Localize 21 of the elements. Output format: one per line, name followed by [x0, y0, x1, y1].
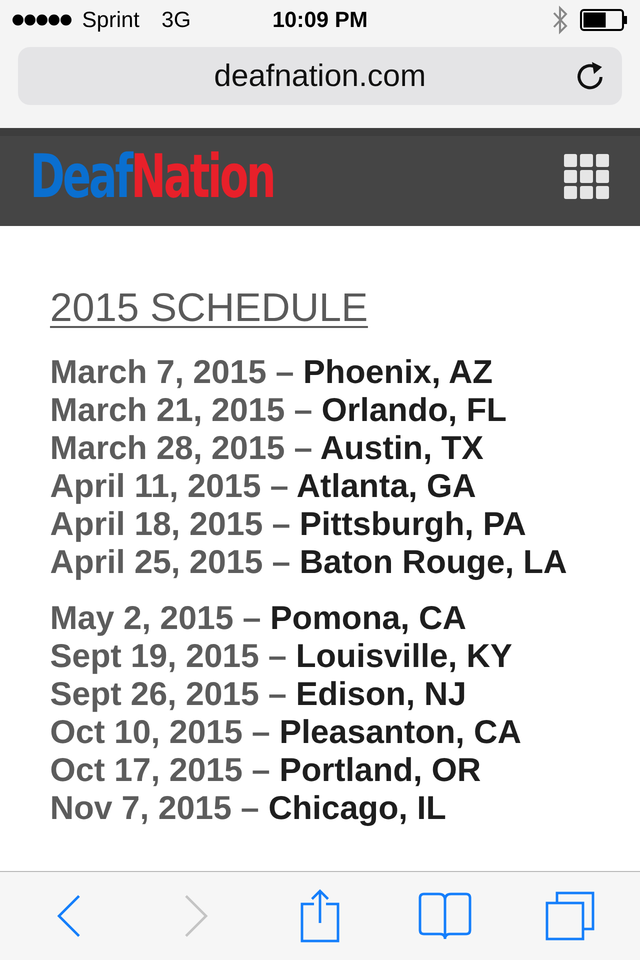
- schedule-entry: May 2, 2015 – Pomona, CA: [50, 599, 468, 637]
- schedule-entry: Oct 10, 2015 – Pleasanton, CA: [50, 713, 522, 751]
- schedule-entry: April 25, 2015 – Baton Rouge, LA: [50, 543, 568, 581]
- schedule-entry: March 28, 2015 – Austin, TX: [50, 429, 484, 467]
- schedule-entry: Oct 17, 2015 – Portland, OR: [50, 751, 482, 789]
- schedule-entry: March 21, 2015 – Orlando, FL: [50, 391, 508, 429]
- network-type: 3G: [161, 7, 191, 33]
- menu-icon[interactable]: [564, 154, 610, 200]
- bluetooth-icon: [552, 5, 568, 35]
- schedule-entry: Sept 19, 2015 – Louisville, KY: [50, 637, 514, 675]
- signal-icon: [12, 13, 72, 27]
- carrier-name: Sprint: [82, 7, 140, 33]
- schedule-heading: 2015 SCHEDULE: [50, 286, 368, 331]
- battery-icon: [580, 9, 628, 31]
- schedule-entry: March 7, 2015 – Phoenix, AZ: [50, 353, 494, 391]
- address-bar[interactable]: deafnation.com: [18, 47, 622, 105]
- schedule-entry: Sept 26, 2015 – Edison, NJ: [50, 675, 468, 713]
- schedule-entry: Nov 7, 2015 – Chicago, IL: [50, 789, 448, 827]
- clock-time: 10:09 PM: [272, 7, 368, 33]
- schedule-entry: April 18, 2015 – Pittsburgh, PA: [50, 505, 528, 543]
- schedule-entry: April 11, 2015 – Atlanta, GA: [50, 467, 478, 505]
